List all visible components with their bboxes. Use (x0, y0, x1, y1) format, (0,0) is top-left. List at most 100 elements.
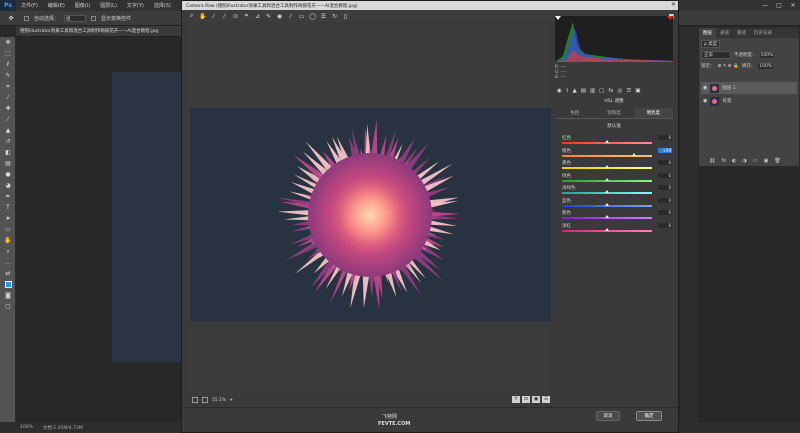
adjust-brush-icon[interactable]: ⁄ (287, 13, 294, 20)
zoom-icon[interactable]: ⌕ (0, 246, 16, 257)
cancel-button[interactable]: 取消 (596, 411, 620, 421)
new-layer-icon[interactable]: ▣ (764, 158, 769, 164)
swap-colors-icon[interactable]: ⇄ (0, 268, 16, 279)
target-adjust-icon[interactable]: ⊙ (232, 13, 239, 20)
layer-row[interactable]: ◉ 背景 (701, 95, 797, 107)
slider-value-field[interactable]: 0 (658, 160, 672, 165)
group-icon[interactable]: ▭ (753, 158, 758, 164)
swap-view-button[interactable]: ⊡ (522, 396, 530, 403)
eraser-icon[interactable]: ◧ (0, 147, 16, 158)
layer-row[interactable]: ◉ 图层 1 (701, 82, 797, 94)
slider-track[interactable] (562, 154, 652, 157)
slider-value-field[interactable]: 0 (658, 185, 672, 190)
move-tool-icon[interactable]: ✥ (3, 13, 19, 24)
slider-thumb[interactable] (605, 215, 609, 218)
slider-thumb[interactable] (605, 190, 609, 193)
history-brush-icon[interactable]: ↺ (0, 136, 16, 147)
color-swatches-icon[interactable] (0, 279, 16, 290)
fill-field[interactable]: 100% (758, 63, 774, 69)
hsl-icon[interactable]: ▤ (581, 88, 586, 97)
stamp-icon[interactable]: ▲ (0, 125, 16, 136)
gradient-icon[interactable]: ▤ (0, 158, 16, 169)
link-icon[interactable]: ⛓ (709, 158, 715, 164)
healing-icon[interactable]: ✚ (0, 103, 16, 114)
graduated-filter-icon[interactable]: ▭ (298, 13, 305, 20)
move-icon[interactable]: ✥ (0, 37, 16, 48)
dodge-icon[interactable]: ◕ (0, 180, 16, 191)
type-icon[interactable]: T (0, 202, 16, 213)
menu-select[interactable]: 选择(S) (149, 2, 176, 9)
layer-name[interactable]: 图层 1 (722, 85, 735, 91)
camera-calibration-icon[interactable]: ◎ (618, 88, 623, 97)
snapshots-icon[interactable]: ▣ (635, 88, 640, 97)
chevron-down-icon[interactable]: ▾ (230, 398, 232, 403)
preferences-icon[interactable]: ☰ (320, 13, 327, 20)
slider-thumb[interactable] (605, 202, 609, 206)
default-link[interactable]: 默认值 (555, 123, 673, 129)
shape-icon[interactable]: ▭ (0, 224, 16, 235)
effects-icon[interactable]: fx (608, 88, 613, 97)
slider-thumb[interactable] (605, 165, 609, 168)
slider-value-field[interactable]: 0 (658, 197, 672, 203)
auto-select-checkbox[interactable] (24, 15, 29, 21)
fx-icon[interactable]: fx (721, 158, 726, 164)
lock-icon[interactable]: ⊞ ✎ ✥ 🔒 (718, 64, 739, 69)
tab-paths[interactable]: 路径 (733, 28, 750, 38)
lens-icon[interactable]: ▢ (599, 88, 604, 97)
tab-history[interactable]: 历史记录 (750, 28, 776, 38)
tone-curve-icon[interactable]: ⌇ (566, 88, 569, 97)
blur-icon[interactable]: ● (0, 169, 16, 180)
zoom-tool-icon[interactable]: ⌕ (188, 12, 195, 20)
slider-value-field[interactable]: 0 (658, 222, 672, 228)
slider-thumb[interactable] (605, 140, 609, 143)
minimize-icon[interactable]: — (758, 0, 772, 11)
ok-button[interactable]: 确定 (636, 411, 662, 421)
maximize-icon[interactable]: □ (772, 0, 786, 11)
slider-value-field[interactable]: 0 (658, 210, 672, 215)
crop-tool-icon[interactable]: ⌗ (243, 12, 250, 20)
quick-select-icon[interactable]: ✎ (0, 70, 16, 81)
screen-mode-icon[interactable]: ▢ (0, 301, 16, 312)
slider-thumb[interactable] (632, 152, 636, 156)
radial-filter-icon[interactable]: ◯ (309, 13, 316, 20)
straighten-icon[interactable]: ⊿ (254, 13, 261, 20)
rotate-icon[interactable]: ↻ (331, 13, 338, 20)
auto-select-dropdown[interactable]: 组 (64, 14, 87, 22)
slider-value-field[interactable]: 0 (658, 172, 672, 178)
copy-view-button[interactable]: ▣ (532, 396, 540, 403)
crop-icon[interactable]: ⌗ (0, 81, 16, 92)
view-settings-button[interactable]: ☰ (542, 396, 550, 403)
presets-icon[interactable]: ☰ (626, 88, 631, 97)
trash-icon[interactable]: ▯ (342, 13, 349, 20)
white-balance-icon[interactable]: ⁄ (210, 13, 217, 20)
lasso-icon[interactable]: ℓ (0, 59, 16, 70)
zoom-out-button[interactable] (192, 397, 198, 403)
transform-checkbox[interactable] (91, 15, 97, 21)
quick-mask-icon[interactable]: ◙ (0, 290, 16, 301)
layer-name[interactable]: 背景 (722, 98, 731, 104)
basic-icon[interactable]: ◉ (557, 88, 562, 97)
color-sampler-icon[interactable]: ⁄ (221, 13, 228, 20)
zoom-in-button[interactable] (202, 397, 208, 403)
slider-thumb[interactable] (605, 177, 609, 181)
before-after-button[interactable]: Y (512, 396, 520, 403)
close-icon[interactable]: ✕ (671, 1, 676, 8)
opacity-field[interactable]: 100% (759, 52, 775, 58)
hand-icon[interactable]: ✋ (0, 235, 16, 246)
marquee-icon[interactable]: ⬚ (0, 48, 16, 59)
document-tab[interactable]: 德照Illustrator效果工具和混合工具制作绚丽花卉——AI混合教程.jpg (16, 26, 186, 37)
menu-image[interactable]: 图像(I) (70, 2, 95, 9)
tab-saturation[interactable]: 饱和度 (594, 108, 633, 118)
zoom-level[interactable]: 55.1% (212, 398, 226, 403)
detail-icon[interactable]: ▲ (573, 88, 577, 97)
menu-file[interactable]: 文件(F) (16, 2, 43, 9)
eyedropper-icon[interactable]: ⁄ (0, 92, 16, 103)
mask-icon[interactable]: ◐ (732, 158, 736, 164)
trash-icon[interactable]: 🗑 (774, 158, 780, 164)
close-icon[interactable]: ✕ (786, 0, 800, 11)
tab-luminance[interactable]: 明亮度 (633, 108, 673, 118)
path-select-icon[interactable]: ➤ (0, 213, 16, 224)
tab-layers[interactable]: 图层 (699, 28, 716, 38)
split-toning-icon[interactable]: ▥ (590, 88, 595, 97)
eye-icon[interactable]: ◉ (703, 98, 707, 104)
